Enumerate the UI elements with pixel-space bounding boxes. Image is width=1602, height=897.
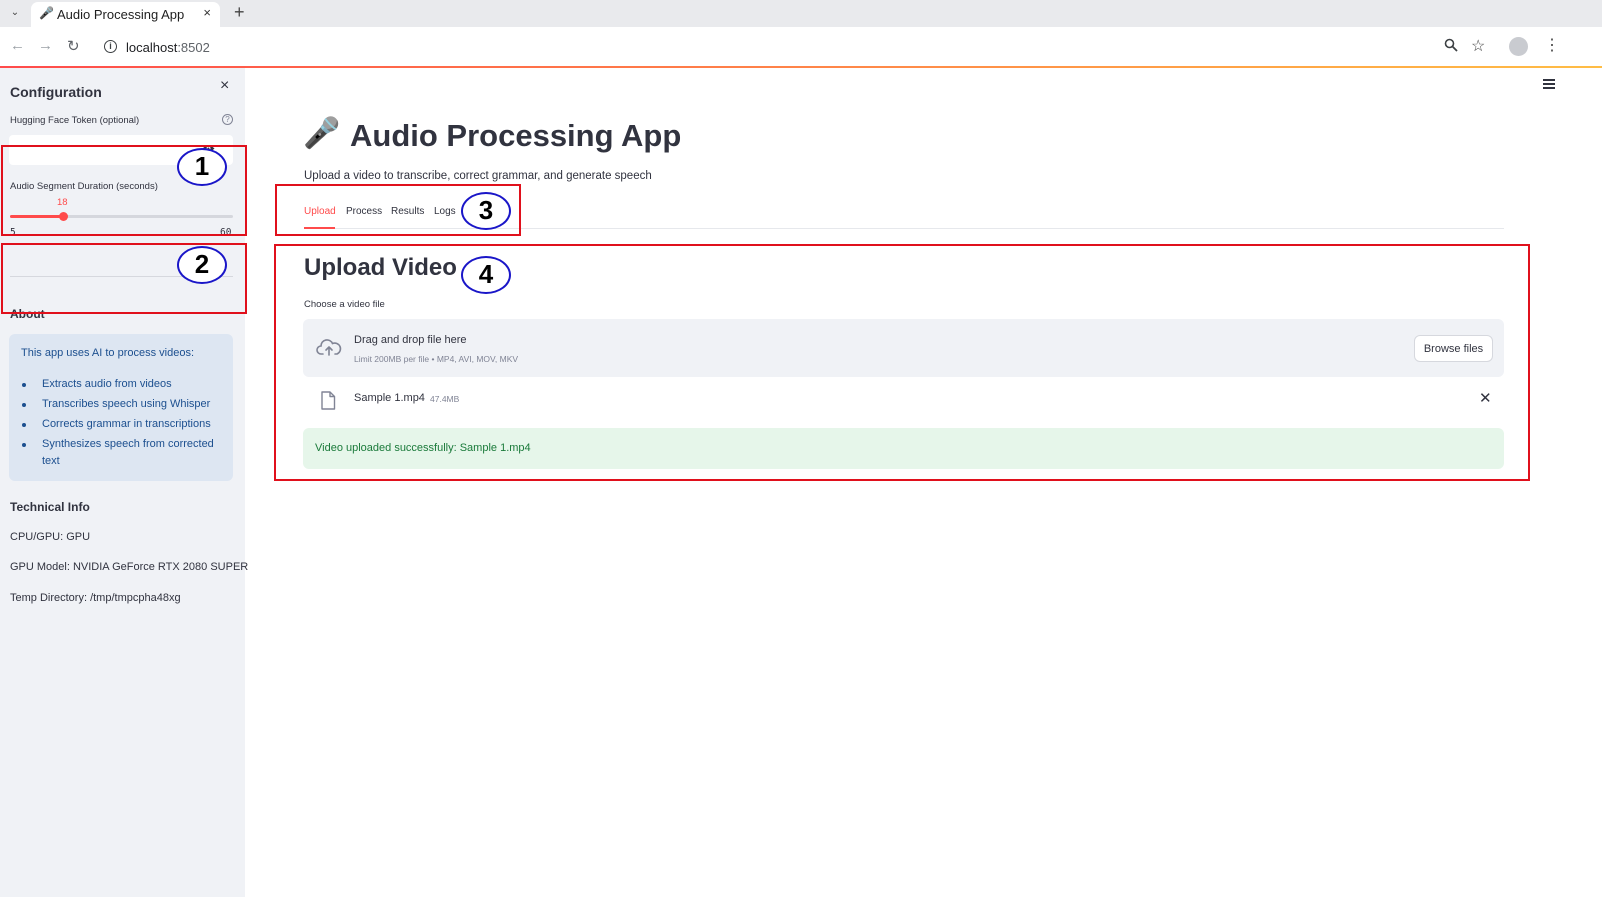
url-port: :8502	[177, 40, 210, 55]
address-bar[interactable]: localhost:8502	[126, 40, 210, 55]
new-tab-button[interactable]: +	[234, 2, 245, 23]
reload-icon[interactable]: ↻	[67, 37, 80, 55]
annotation-number-1: 1	[177, 148, 227, 186]
page-title: Audio Processing App	[350, 118, 682, 153]
tech-cpu-gpu: CPU/GPU: GPU	[10, 531, 91, 543]
token-label: Hugging Face Token (optional)	[10, 115, 140, 126]
zoom-icon[interactable]	[1444, 38, 1458, 55]
browser-tab-bar: ⌄ 🎤 Audio Processing App × +	[0, 0, 1602, 27]
about-intro: This app uses AI to process videos:	[21, 347, 195, 359]
profile-avatar[interactable]	[1509, 37, 1528, 56]
forward-arrow-icon[interactable]: →	[38, 37, 53, 54]
tab-close-icon[interactable]: ×	[203, 5, 211, 20]
list-item: Transcribes speech using Whisper	[21, 396, 221, 413]
back-arrow-icon[interactable]: ←	[10, 37, 25, 54]
site-info-icon[interactable]: i	[104, 40, 117, 53]
browser-tab[interactable]: 🎤 Audio Processing App ×	[31, 2, 220, 27]
annotation-number-3: 3	[461, 192, 511, 230]
url-host: localhost	[126, 40, 178, 55]
microphone-icon: 🎤	[303, 117, 341, 150]
main-menu-icon[interactable]	[1543, 79, 1555, 89]
annotation-number-2: 2	[177, 246, 227, 284]
list-item: Corrects grammar in transcriptions	[21, 416, 221, 433]
tech-gpu-model: GPU Model: NVIDIA GeForce RTX 2080 SUPER	[10, 561, 249, 573]
tech-temp-directory: Temp Directory: /tmp/tmpcpha48xg	[10, 592, 181, 604]
list-item: Extracts audio from videos	[21, 376, 221, 393]
browser-tab-title: Audio Processing App	[57, 7, 185, 22]
sidebar-close-icon[interactable]: ×	[220, 77, 229, 95]
tab-search-chevron-icon[interactable]: ⌄	[6, 4, 24, 22]
technical-info-heading: Technical Info	[10, 500, 90, 514]
page-subtitle: Upload a video to transcribe, correct gr…	[304, 170, 652, 182]
list-item: Synthesizes speech from corrected text	[21, 436, 221, 470]
about-info-box: This app uses AI to process videos: Extr…	[9, 334, 233, 481]
microphone-icon: 🎤	[39, 6, 54, 20]
bookmark-star-icon[interactable]: ☆	[1471, 36, 1485, 56]
browser-toolbar: ← → ↻ i localhost:8502 ☆ ⋮	[0, 27, 1602, 67]
about-list: Extracts audio from videos Transcribes s…	[21, 376, 221, 473]
browser-menu-icon[interactable]: ⋮	[1544, 35, 1560, 55]
annotation-number-4: 4	[461, 256, 511, 294]
configuration-heading: Configuration	[10, 84, 102, 100]
question-icon[interactable]: ?	[222, 114, 233, 125]
